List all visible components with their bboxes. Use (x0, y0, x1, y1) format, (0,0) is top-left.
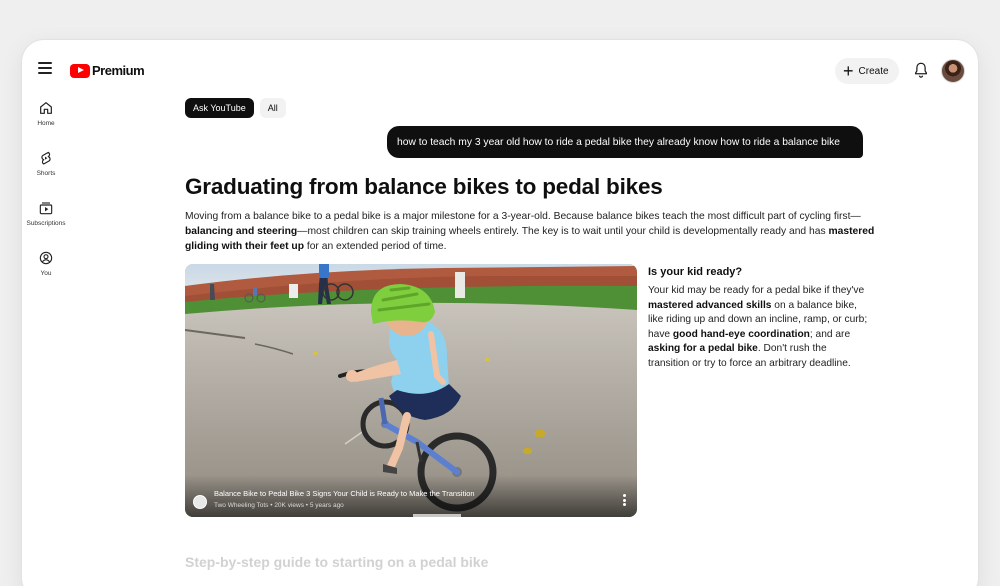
side-text-bold: mastered advanced skills (648, 299, 772, 311)
plus-icon: + (843, 61, 854, 81)
sidebar-item-you[interactable]: You (22, 250, 70, 300)
create-button[interactable]: + Create (835, 58, 899, 84)
sidebar-item-subscriptions[interactable]: Subscriptions (22, 200, 70, 250)
user-query-bubble: how to teach my 3 year old how to ride a… (387, 126, 863, 158)
side-text-part: ; and are (809, 328, 851, 340)
sidebar-item-label: Shorts (36, 170, 56, 177)
chip-all[interactable]: All (259, 98, 286, 118)
youtube-premium-logo[interactable]: Premium (70, 63, 145, 78)
notifications-bell-icon[interactable] (912, 61, 930, 79)
top-bar: Premium + Create (22, 40, 978, 102)
side-text-bold: good hand-eye coordination (672, 328, 810, 340)
video-meta: Two Wheeling Tots • 20K views • 5 years … (214, 502, 344, 509)
video-progress-bar[interactable] (413, 514, 461, 517)
intro-text: for an extended period of time. (303, 241, 447, 252)
sidebar-item-label: Home (37, 120, 55, 127)
side-text-part: Your kid may be ready for a pedal bike i… (648, 285, 865, 296)
side-heading: Is your kid ready? (648, 266, 743, 278)
next-section-heading: Step-by-step guide to starting on a peda… (185, 554, 489, 570)
sidebar: Home Shorts Subscriptions You (22, 100, 70, 300)
youtube-play-icon (70, 63, 90, 78)
chip-ask-youtube[interactable]: Ask YouTube (185, 98, 254, 118)
side-text: Your kid may be ready for a pedal bike i… (648, 284, 870, 372)
side-text-bold: asking for a pedal bike (648, 343, 758, 355)
answer-intro: Moving from a balance bike to a pedal bi… (185, 209, 875, 254)
account-avatar[interactable] (941, 59, 965, 83)
logo-text: Premium (92, 63, 145, 78)
filter-chips: Ask YouTube All (185, 98, 286, 118)
intro-text: —most children can skip training wheels … (297, 226, 829, 237)
sidebar-item-shorts[interactable]: Shorts (22, 150, 70, 200)
shorts-icon (41, 151, 51, 165)
sidebar-item-home[interactable]: Home (22, 100, 70, 150)
sidebar-item-label: Subscriptions (26, 220, 66, 227)
video-card[interactable]: Balance Bike to Pedal Bike 3 Signs Your … (185, 264, 637, 517)
answer-title: Graduating from balance bikes to pedal b… (185, 174, 663, 199)
channel-avatar[interactable] (193, 495, 207, 509)
app-window: Premium + Create Home Shorts Subscriptio… (22, 40, 978, 586)
more-options-icon[interactable] (623, 494, 627, 506)
you-icon (39, 251, 53, 265)
menu-icon[interactable] (38, 62, 52, 74)
intro-text: Moving from a balance bike to a pedal bi… (185, 211, 861, 222)
video-title[interactable]: Balance Bike to Pedal Bike 3 Signs Your … (214, 489, 475, 498)
subscriptions-icon (39, 202, 53, 215)
home-icon (40, 102, 52, 114)
bottom-fade (22, 530, 978, 586)
intro-bold: balancing and steering (185, 226, 298, 237)
create-label: Create (858, 65, 889, 77)
sidebar-item-label: You (40, 270, 52, 277)
